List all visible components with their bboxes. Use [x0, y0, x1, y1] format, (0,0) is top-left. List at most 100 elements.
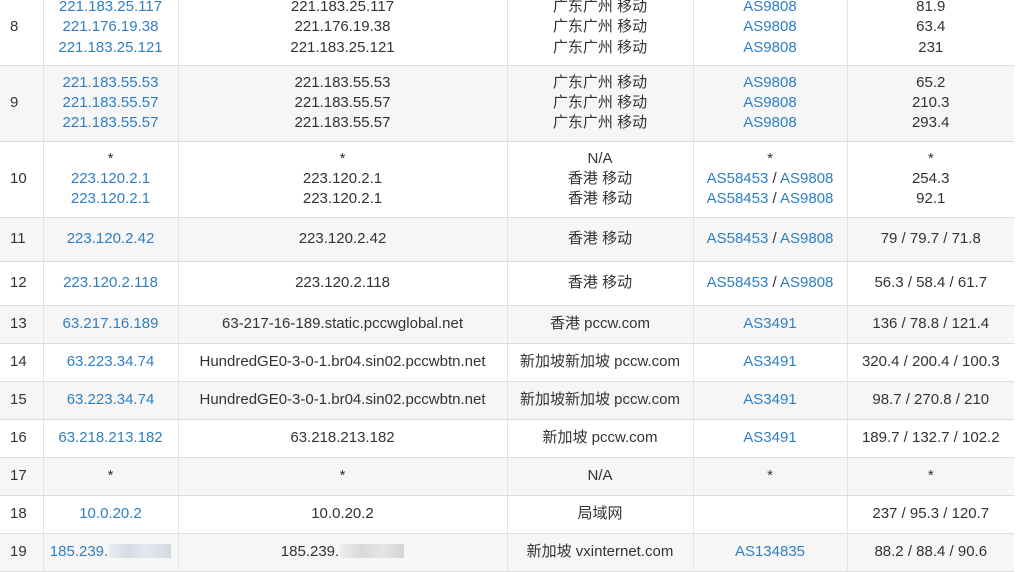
hop-latency: 92.1 — [916, 190, 946, 208]
hop-asn-line: AS3491 — [694, 390, 847, 410]
hop-ip-link[interactable]: 221.183.55.53 — [63, 74, 159, 91]
hop-hostname: 221.183.25.117 — [179, 0, 507, 17]
hop-asn-link[interactable]: AS58453 — [707, 190, 769, 207]
hop-hostname-cell: * 223.120.2.1 223.120.2.1 — [177, 140, 507, 218]
hop-location: 香港 移动 — [567, 190, 633, 208]
hop-ip-link[interactable]: 63.217.16.189 — [63, 315, 159, 332]
hop-asn-link[interactable]: AS3491 — [743, 315, 796, 332]
hop-asn-link[interactable]: AS9808 — [780, 170, 833, 187]
asn-separator: / — [768, 230, 781, 248]
hop-asn-link[interactable]: AS134835 — [735, 543, 805, 560]
hop-ip-link[interactable]: 221.183.25.117 — [59, 0, 162, 15]
hop-hostname-cell: 221.183.25.117 221.176.19.38 221.183.25.12… — [177, 0, 507, 66]
hop-location: 广东广州 移动 — [552, 114, 648, 132]
hop-latency: 98.7 / 270.8 / 210 — [872, 391, 990, 409]
hop-hostname-cell: 10.0.20.2 — [177, 494, 507, 534]
hop-hostname-text: * — [339, 149, 346, 167]
hop-hostname: 221.176.19.38 — [179, 17, 507, 37]
hop-asn-line: AS58453 / AS9808 — [694, 273, 847, 293]
hop-ip-link[interactable]: 63.218.213.182 — [58, 429, 162, 446]
hop-latency: * — [927, 467, 934, 485]
hop-ip-link[interactable]: 10.0.20.2 — [79, 505, 142, 522]
hop-ip-link[interactable]: 223.120.2.42 — [67, 230, 155, 247]
hop-latency: 237 / 95.3 / 120.7 — [872, 505, 990, 523]
hop-number: 17 — [0, 456, 43, 496]
hop-number: 10 — [0, 140, 43, 218]
hop-asn-cell: * AS58453 / AS9808 AS58453 / AS9808 — [692, 140, 847, 218]
hop-asn-link[interactable]: AS9808 — [780, 274, 833, 291]
hop-latency: 320.4 / 200.4 / 100.3 — [861, 353, 1000, 371]
hop-location: 局域网 — [577, 505, 623, 523]
hop-number: 13 — [0, 304, 43, 344]
hop-hostname-cell: 63-217-16-189.static.pccwglobal.net — [177, 304, 507, 344]
hop-asn-line: * — [694, 466, 847, 486]
hop-number: 15 — [0, 380, 43, 420]
hop-ip-link[interactable]: 223.120.2.118 — [63, 274, 158, 291]
hop-asn-link[interactable]: AS9808 — [780, 190, 833, 207]
hop-ip-link[interactable]: 185.239. — [50, 543, 108, 560]
hop-location: 新加坡新加坡 pccw.com — [519, 391, 681, 409]
hop-ip-link[interactable]: 221.176.19.38 — [63, 18, 159, 35]
hop-latency: * — [927, 149, 934, 167]
hop-asn-link[interactable]: AS9808 — [743, 94, 796, 111]
hop-hostname: 221.183.55.57 — [179, 113, 507, 133]
hop-row-9: 9 221.183.55.53 221.183.55.57 221.183.55.57… — [0, 64, 1014, 142]
hop-hostname-text: 221.183.55.57 — [294, 114, 391, 132]
hop-ip-cell: 63.223.34.74 — [42, 342, 178, 382]
hop-asn-link[interactable]: AS9808 — [743, 0, 796, 15]
hop-asn-link[interactable]: AS3491 — [743, 391, 796, 408]
hop-ip-cell: 221.183.25.117 221.176.19.38 221.183.25.12… — [42, 0, 178, 66]
hop-ip-link[interactable]: 221.183.25.121 — [58, 39, 162, 56]
hop-row-10: 10 * 223.120.2.1 223.120.2.1 * 223.120.2.1 223… — [0, 140, 1014, 218]
hop-asn-link[interactable]: AS58453 — [707, 274, 769, 291]
hop-latency-cell: 98.7 / 270.8 / 210 — [846, 380, 1014, 420]
hop-hostname: HundredGE0-3-0-1.br04.sin02.pccwbtn.net — [179, 390, 507, 410]
hop-latency-cell: 136 / 78.8 / 121.4 — [846, 304, 1014, 344]
hop-asn-link[interactable]: AS9808 — [743, 74, 796, 91]
hop-ip-link[interactable]: 221.183.55.57 — [63, 114, 159, 131]
hop-asn-link[interactable]: AS58453 — [707, 170, 769, 187]
hop-asn-link[interactable]: AS3491 — [743, 429, 796, 446]
hop-asn-link[interactable]: AS9808 — [743, 114, 796, 131]
hop-hostname-text: 63-217-16-189.static.pccwglobal.net — [222, 315, 463, 333]
hop-asn-link[interactable]: AS9808 — [743, 39, 796, 56]
hop-number: 14 — [0, 342, 43, 382]
hop-asn-link[interactable]: AS3491 — [743, 353, 796, 370]
hop-asn-timeout: * — [767, 149, 773, 167]
hop-ip-link[interactable]: 221.183.55.57 — [63, 94, 159, 111]
hop-location: 香港 移动 — [567, 274, 633, 292]
hop-number: 9 — [0, 64, 43, 142]
hop-asn-line: AS3491 — [694, 314, 847, 334]
hop-asn-link[interactable]: AS9808 — [743, 18, 796, 35]
hop-location: 广东广州 移动 — [552, 38, 648, 56]
hop-row-11: 11 223.120.2.42 223.120.2.42 香港 移动 AS58453 /… — [0, 216, 1014, 262]
hop-number: 11 — [0, 216, 43, 262]
hop-hostname-text: 223.120.2.1 — [302, 190, 383, 208]
hop-ip-link[interactable]: 223.120.2.1 — [71, 170, 150, 187]
hop-asn-line: * — [694, 149, 847, 169]
hop-ip-line: 221.183.25.121 — [44, 38, 178, 58]
hop-latency: 293.4 — [911, 114, 950, 132]
hop-asn-cell: * — [692, 456, 847, 496]
hop-hostname-cell: 185.239. — [177, 532, 507, 572]
hop-ip-line: 221.183.55.57 — [44, 93, 178, 113]
hop-latency: 63.4 — [916, 18, 946, 36]
hop-location-cell: 新加坡新加坡 pccw.com — [506, 342, 693, 382]
hop-hostname: 223.120.2.42 — [179, 229, 507, 249]
hop-number: 12 — [0, 260, 43, 306]
hop-ip-link[interactable]: 223.120.2.1 — [71, 190, 150, 207]
hop-location-cell: 广东广州 移动 广东广州 移动 广东广州 移动 — [506, 0, 693, 66]
hop-ip-line: 223.120.2.118 — [44, 273, 178, 293]
asn-separator: / — [768, 274, 781, 292]
traceroute-table: 8 221.183.25.117 221.176.19.38 221.183.25.1… — [0, 0, 1014, 572]
hop-ip-link[interactable]: 63.223.34.74 — [67, 391, 155, 408]
hop-hostname-text: 223.120.2.118 — [295, 274, 390, 292]
hop-ip-link[interactable]: 63.223.34.74 — [67, 353, 155, 370]
hop-asn-link[interactable]: AS58453 — [707, 230, 769, 247]
hop-hostname-text: HundredGE0-3-0-1.br04.sin02.pccwbtn.net — [199, 353, 486, 371]
hop-location: N/A — [587, 467, 613, 485]
hop-asn-link[interactable]: AS9808 — [780, 230, 833, 247]
hop-hostname: 185.239. — [179, 542, 507, 562]
hop-asn-cell: AS134835 — [692, 532, 847, 572]
hop-location-cell: N/A — [506, 456, 693, 496]
